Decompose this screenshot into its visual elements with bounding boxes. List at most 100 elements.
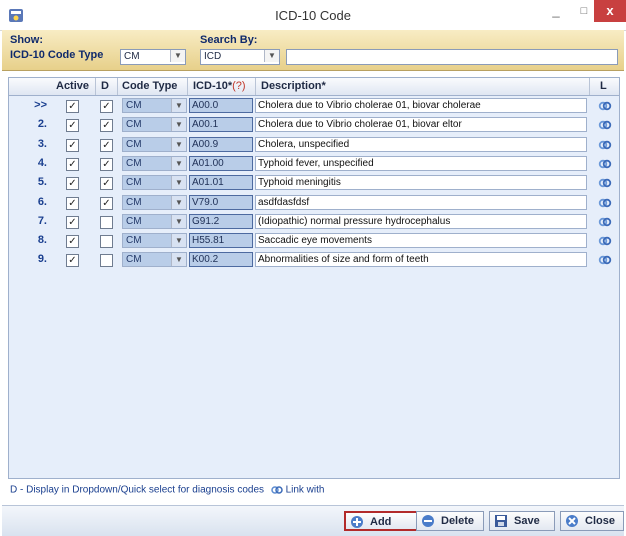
table-row[interactable]: 8. ✓ CM ▼ H55.81 Saccadic eye movements [9,231,619,250]
save-button[interactable]: Save [489,511,555,531]
code-type-dropdown[interactable]: CM ▼ [122,175,187,191]
table-row[interactable]: >> ✓ ✓ CM ▼ A00.0 Cholera due to Vibrio choler… [9,96,619,115]
search-by-label: Search By: [200,34,258,46]
active-checkbox[interactable]: ✓ [66,196,79,210]
icd-code-field[interactable]: A00.0 [189,98,253,113]
row-number: 3. [37,137,47,150]
link-icon[interactable] [598,138,612,152]
link-icon[interactable] [598,215,612,229]
code-type-dropdown[interactable]: CM ▼ [122,233,187,249]
header-code-type[interactable]: Code Type [122,80,177,92]
icd-code-field[interactable]: A01.01 [189,175,253,191]
link-icon[interactable] [598,99,612,113]
code-type-dropdown[interactable]: CM ▼ [122,117,187,133]
table-row[interactable]: 2. ✓ ✓ CM ▼ A00.1 Cholera due to Vibrio choler… [9,115,619,134]
table-row[interactable]: 4. ✓ ✓ CM ▼ A01.00 Typhoid fever, unspecified [9,154,619,173]
icd10-help-link[interactable]: (?) [232,80,245,92]
code-type-dropdown[interactable]: CM ▼ [122,155,187,171]
header-icd10-label: ICD-10* [193,80,233,92]
display-checkbox[interactable]: ✓ [100,196,113,210]
description-field[interactable]: Typhoid fever, unspecified [255,155,587,171]
description-field[interactable]: Typhoid meningitis [255,175,587,191]
code-type-dropdown[interactable]: CM ▼ [122,213,187,229]
header-active[interactable]: Active [56,80,89,92]
display-checkbox[interactable]: ✓ [100,177,113,191]
add-button[interactable]: Add [344,511,420,531]
delete-button[interactable]: Delete [416,511,484,531]
close-button[interactable]: Close [560,511,624,531]
description-field[interactable]: asdfdasfdsf [255,194,587,210]
active-checkbox[interactable]: ✓ [66,215,79,229]
header-d[interactable]: D [101,80,109,92]
table-row[interactable]: 9. ✓ CM ▼ K00.2 Abnormalities of size and for… [9,250,619,269]
active-checkbox[interactable]: ✓ [66,100,79,113]
icd-code-field[interactable]: K00.2 [189,252,253,268]
active-checkbox[interactable]: ✓ [66,119,79,133]
legend-link-text: Link with [285,484,325,496]
display-checkbox[interactable] [100,215,113,229]
code-type-cell: CM [126,235,142,247]
link-icon[interactable] [598,118,612,132]
icd-code-field[interactable]: A01.00 [189,155,253,171]
table-row[interactable]: 6. ✓ ✓ CM ▼ V79.0 asdfdasfdsf [9,193,619,212]
code-type-dropdown[interactable]: CM ▼ [122,98,187,113]
code-type-dropdown[interactable]: CM ▼ [122,136,187,152]
description-field[interactable]: Cholera due to Vibrio cholerae 01, biova… [255,117,587,133]
active-checkbox[interactable]: ✓ [66,235,79,249]
header-icd10[interactable]: ICD-10*(?) [193,80,246,92]
description-field[interactable]: Cholera, unspecified [255,136,587,152]
delete-icon [422,515,434,527]
search-by-select[interactable]: ICD ▼ [200,49,280,65]
active-checkbox[interactable]: ✓ [66,157,79,171]
code-type-dropdown[interactable]: CM ▼ [122,252,187,268]
chevron-down-icon: ▼ [171,195,186,209]
legend: D - Display in Dropdown/Quick select for… [10,484,324,496]
table-row[interactable]: 3. ✓ ✓ CM ▼ A00.9 Cholera, unspecified [9,135,619,154]
display-checkbox[interactable]: ✓ [100,138,113,152]
code-type-cell: CM [126,138,142,150]
link-icon [271,486,283,494]
display-checkbox[interactable]: ✓ [100,119,113,133]
display-checkbox[interactable] [100,235,113,249]
save-button-label: Save [514,515,540,527]
link-icon[interactable] [598,196,612,210]
active-checkbox[interactable]: ✓ [66,177,79,191]
link-icon[interactable] [598,176,612,190]
icd-code-field[interactable]: G91.2 [189,213,253,229]
code-type-cell: CM [126,215,142,227]
active-checkbox[interactable]: ✓ [66,254,79,268]
search-input[interactable] [286,49,618,65]
link-icon[interactable] [598,234,612,248]
chevron-down-icon: ▼ [171,118,186,132]
icd-code-field[interactable]: V79.0 [189,194,253,210]
minimize-button[interactable]: _ [542,0,570,22]
add-icon [351,516,363,528]
table-row[interactable]: 5. ✓ ✓ CM ▼ A01.01 Typhoid meningitis [9,173,619,192]
link-icon[interactable] [598,157,612,171]
description-field[interactable]: Abnormalities of size and form of teeth [255,252,587,268]
icd-code-field[interactable]: H55.81 [189,233,253,249]
header-divider [95,78,96,95]
link-icon[interactable] [598,253,612,267]
header-description[interactable]: Description* [261,80,326,92]
description-field[interactable]: (Idiopathic) normal pressure hydrocephal… [255,213,587,229]
close-icon [566,515,578,527]
display-checkbox[interactable]: ✓ [100,100,113,113]
description-field[interactable]: Saccadic eye movements [255,233,587,249]
display-checkbox[interactable] [100,254,113,268]
active-checkbox[interactable]: ✓ [66,138,79,152]
display-checkbox[interactable]: ✓ [100,157,113,171]
window-close-button[interactable]: x [594,0,626,22]
code-type-cell: CM [126,157,142,169]
title-bar: ICD-10 Code _ □ x [0,0,626,31]
description-field[interactable]: Cholera due to Vibrio cholerae 01, biova… [255,98,587,113]
search-by-value: ICD [204,51,222,62]
header-link[interactable]: L [600,80,607,92]
chevron-down-icon: ▼ [171,176,186,190]
code-type-dropdown[interactable]: CM ▼ [122,194,187,210]
code-type-value: CM [124,51,140,62]
table-row[interactable]: 7. ✓ CM ▼ G91.2 (Idiopathic) normal pressure … [9,212,619,231]
icd-code-field[interactable]: A00.9 [189,136,253,152]
icd-code-field[interactable]: A00.1 [189,117,253,133]
code-type-select[interactable]: CM ▼ [120,49,186,65]
